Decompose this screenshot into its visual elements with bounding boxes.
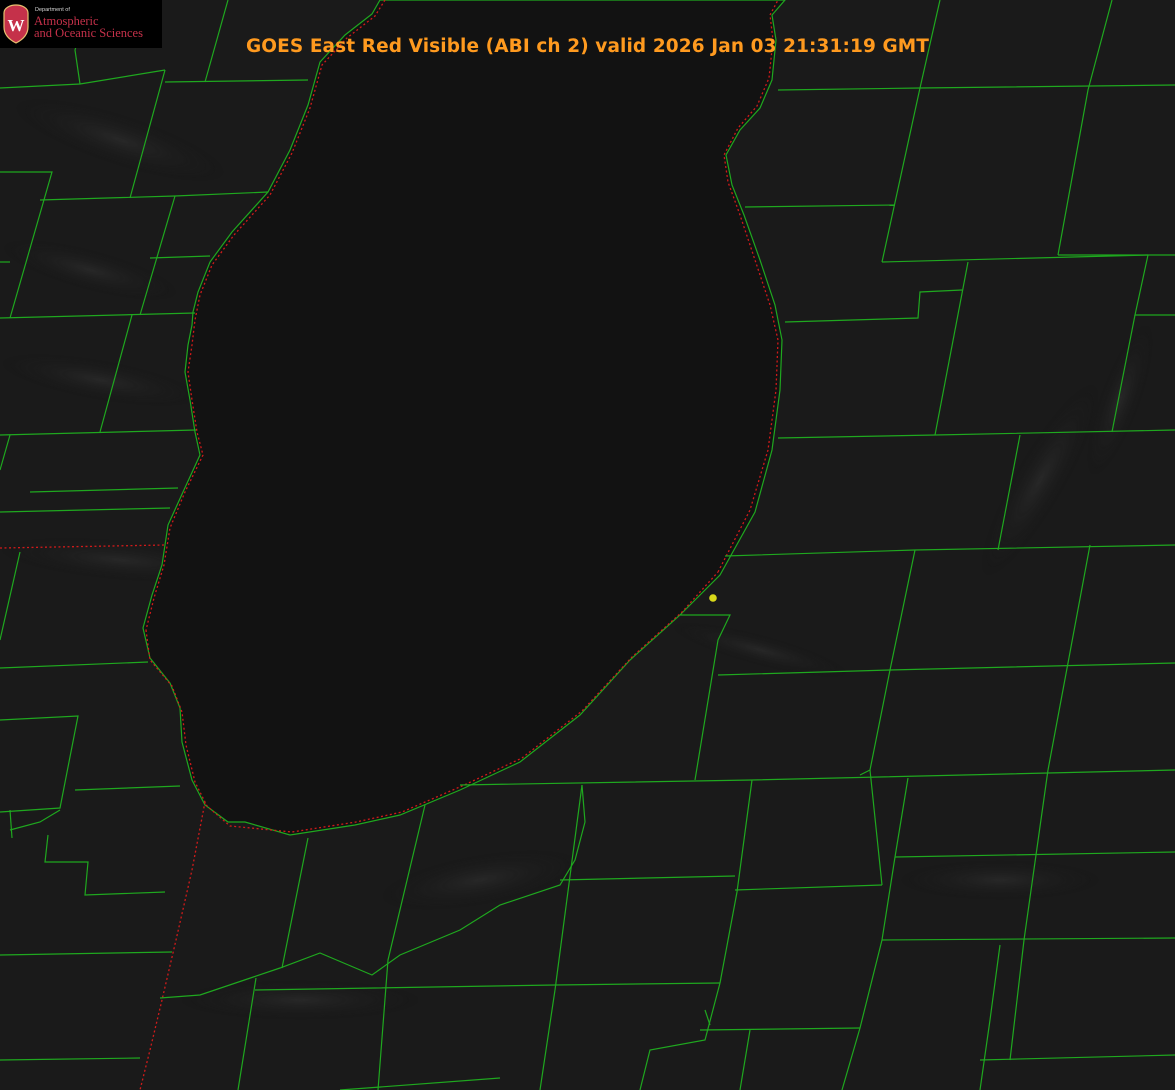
map-title: GOES East Red Visible (ABI ch 2) valid 2… xyxy=(246,36,929,57)
yellow-dot-icon xyxy=(709,594,717,602)
logo-department: Department of xyxy=(35,7,70,13)
shield-letter: W xyxy=(8,16,25,35)
satellite-map xyxy=(0,0,1175,1090)
